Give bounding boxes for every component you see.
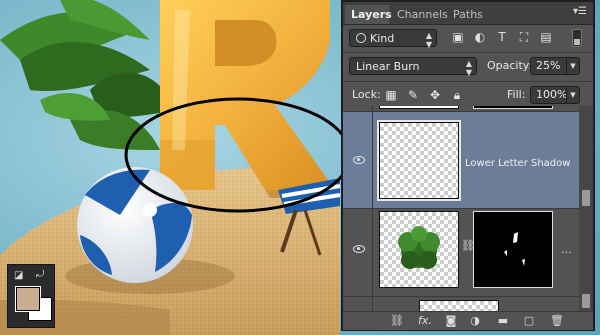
layer-more-indicator: ... xyxy=(561,243,572,256)
image-filter-icon[interactable]: ▣ xyxy=(451,30,465,44)
tab-layers[interactable]: Layers xyxy=(345,5,392,24)
type-filter-icon[interactable]: T xyxy=(495,30,509,44)
chevron-down-icon[interactable]: ▼ xyxy=(566,58,579,74)
visibility-column[interactable] xyxy=(343,209,373,296)
layers-footer-toolbar: ⛓ fx. ◙ ◑ ▬ ▢ 🗑︎ xyxy=(343,311,593,330)
chevron-down-icon[interactable]: ▼ xyxy=(566,87,579,103)
blend-mode-dropdown[interactable]: Linear Burn ▲ ▼ xyxy=(349,57,477,77)
scrollbar-thumb[interactable] xyxy=(582,294,590,308)
scrollbar-thumb[interactable] xyxy=(582,190,590,206)
plant-thumbnail-icon xyxy=(398,226,440,269)
layer-row[interactable]: ⛓ ... xyxy=(343,209,579,297)
fill-value: 100% xyxy=(536,88,568,101)
smart-object-filter-icon[interactable]: ▤ xyxy=(539,30,553,44)
lock-transparent-pixels-icon[interactable]: ▦ xyxy=(384,88,398,102)
fill-field[interactable]: 100% ▼ xyxy=(530,86,580,104)
eye-icon[interactable] xyxy=(353,156,365,164)
adjustment-filter-icon[interactable]: ◐ xyxy=(473,30,487,44)
visibility-column[interactable] xyxy=(343,106,373,111)
layer-mask-thumbnail xyxy=(473,106,553,109)
layers-scrollbar[interactable] xyxy=(579,106,593,313)
layer-thumbnail xyxy=(377,120,461,201)
fill-label: Fill: xyxy=(507,88,526,101)
tab-paths[interactable]: Paths xyxy=(447,5,485,24)
default-colors-icon[interactable]: ◪ xyxy=(14,271,23,281)
lock-image-pixels-icon[interactable]: ✎ xyxy=(406,88,420,102)
opacity-field[interactable]: 25% ▼ xyxy=(530,57,580,75)
new-layer-icon[interactable]: ▢ xyxy=(521,313,537,329)
layer-row-selected[interactable]: Lower Letter Shadow xyxy=(343,112,579,209)
tab-channels[interactable]: Channels xyxy=(391,5,448,24)
delete-layer-icon[interactable]: 🗑︎ xyxy=(549,313,565,329)
layer-thumbnail xyxy=(379,106,459,109)
mask-shape-icon xyxy=(504,232,525,266)
link-layers-icon[interactable]: ⛓ xyxy=(389,313,405,329)
divider xyxy=(343,81,593,82)
opacity-label: Opacity: xyxy=(487,59,533,72)
swap-colors-icon[interactable]: ⤾ xyxy=(36,270,44,280)
opacity-value: 25% xyxy=(536,59,561,72)
layer-mask-thumbnail[interactable] xyxy=(473,211,553,288)
lock-all-icon[interactable]: 🔒︎ xyxy=(450,88,464,102)
filter-toggle-switch[interactable] xyxy=(572,29,582,47)
fx-icon[interactable]: fx. xyxy=(415,313,435,329)
layers-list: Lower Letter Shadow ⛓ ... xyxy=(343,106,579,313)
dropdown-arrows-icon: ▲ ▼ xyxy=(465,59,472,77)
lock-label: Lock: xyxy=(352,88,381,101)
layer-thumbnail xyxy=(379,211,459,288)
visibility-column[interactable] xyxy=(343,112,373,208)
divider xyxy=(343,52,593,53)
search-icon xyxy=(356,33,366,43)
new-group-icon[interactable]: ▬ xyxy=(495,313,511,329)
layer-name[interactable]: Lower Letter Shadow xyxy=(465,158,570,170)
panel-tab-bar: Layers Channels Paths ▾☰ xyxy=(343,2,593,25)
lock-position-icon[interactable]: ✥ xyxy=(428,88,442,102)
add-mask-icon[interactable]: ◙ xyxy=(443,313,459,329)
dropdown-arrows-icon: ▲ ▼ xyxy=(425,31,432,49)
blend-mode-value: Linear Burn xyxy=(356,60,420,73)
kind-label: Kind xyxy=(370,32,395,45)
panel-menu-icon[interactable]: ▾☰ xyxy=(573,6,587,17)
layers-panel: Layers Channels Paths ▾☰ Kind ▲ ▼ ▣ ◐ T ⛶… xyxy=(341,0,595,331)
adjustment-layer-icon[interactable]: ◑ xyxy=(467,313,483,329)
foreground-color-swatch[interactable] xyxy=(15,286,41,312)
color-swatches: ◪ ⤾ xyxy=(7,264,55,328)
kind-filter-dropdown[interactable]: Kind ▲ ▼ xyxy=(349,29,437,49)
eye-icon[interactable] xyxy=(353,245,365,253)
shape-filter-icon[interactable]: ⛶ xyxy=(517,30,531,44)
